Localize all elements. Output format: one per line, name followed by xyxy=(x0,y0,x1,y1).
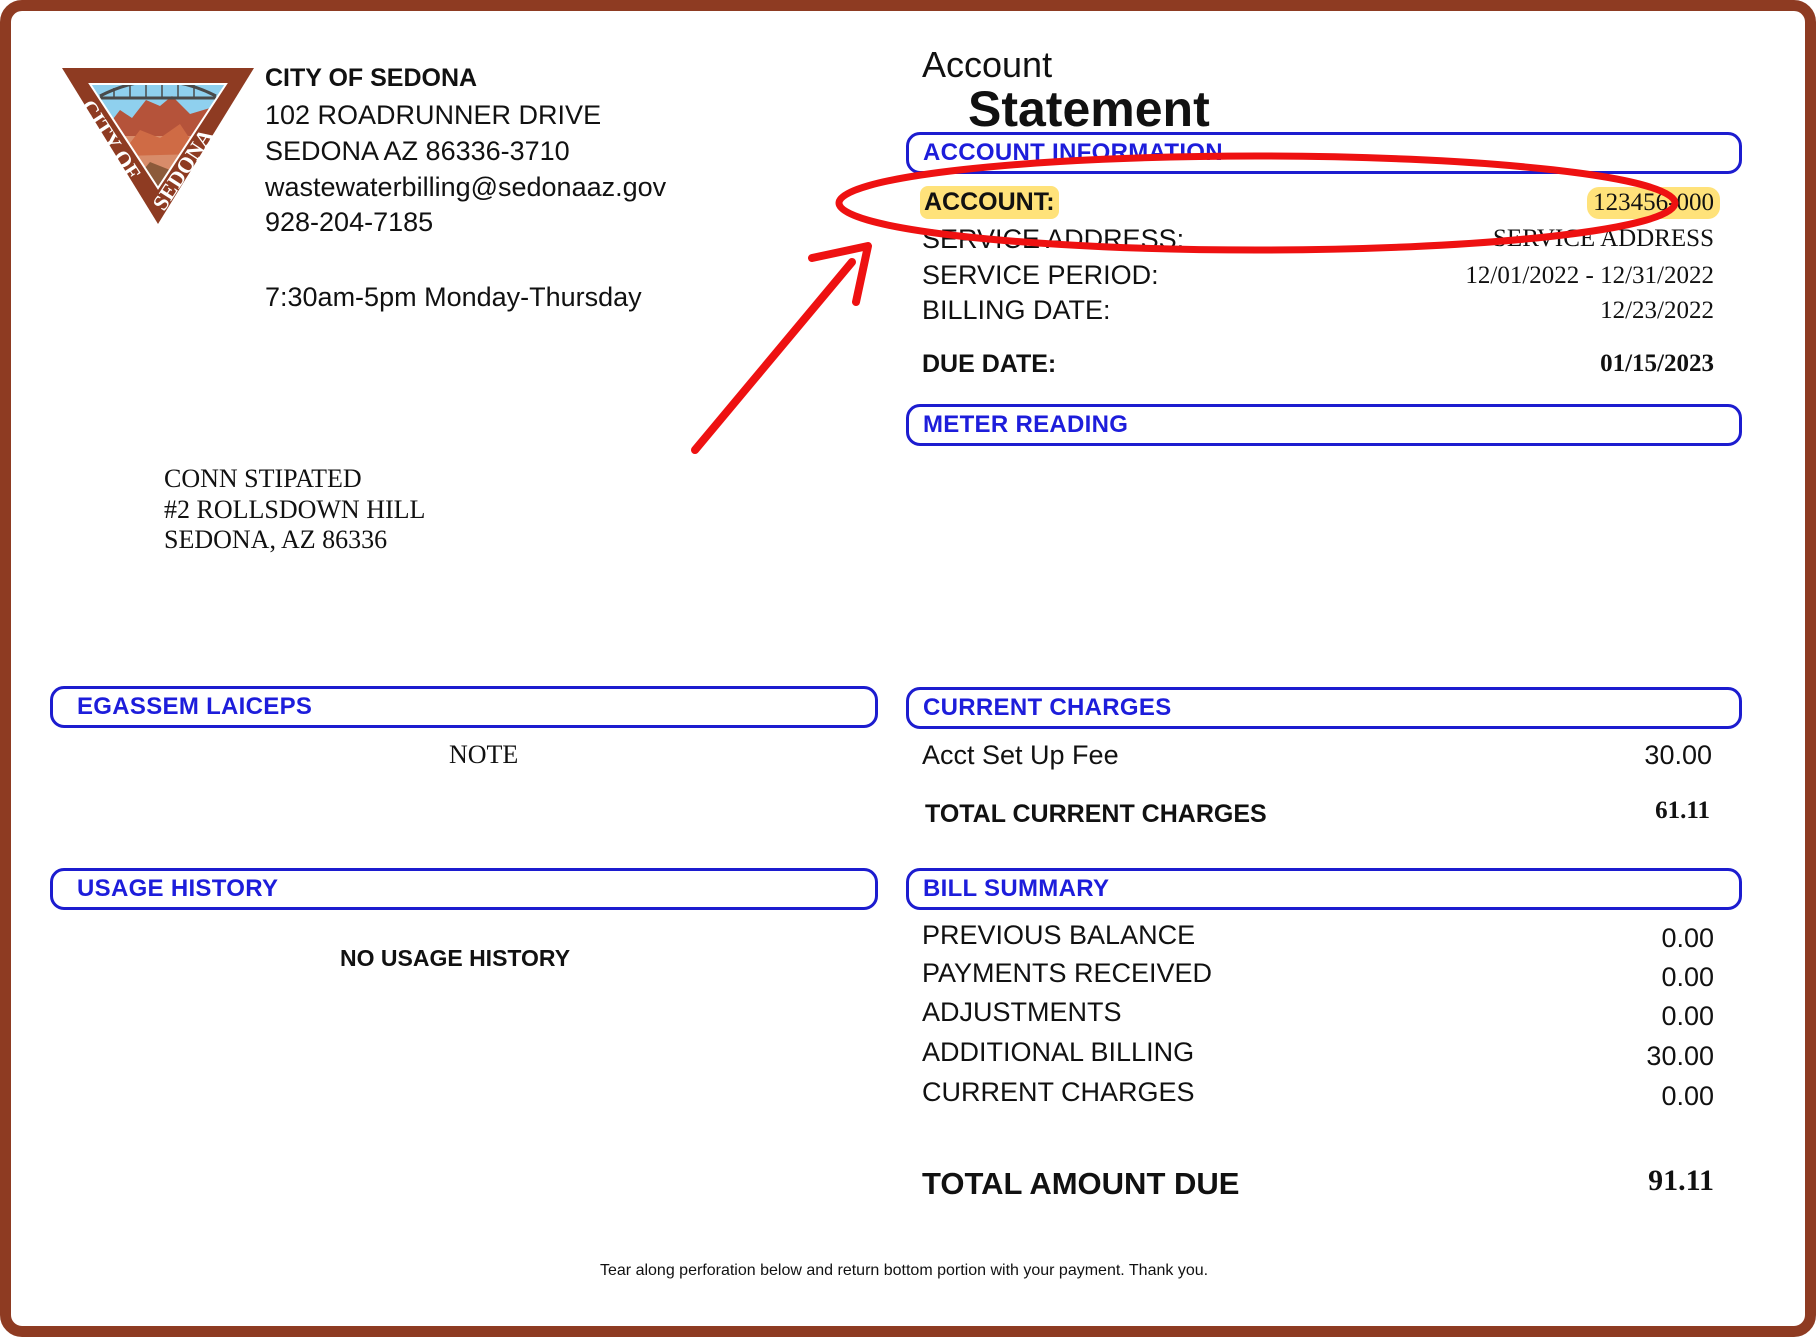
org-address-line2: SEDONA AZ 86336-3710 xyxy=(265,136,570,166)
org-email[interactable]: wastewaterbilling@sedonaaz.gov xyxy=(265,172,666,203)
summary-amount-previous-balance: 0.00 xyxy=(1661,923,1714,953)
summary-amount-payments-received: 0.00 xyxy=(1661,962,1714,992)
org-address-line1: 102 ROADRUNNER DRIVE xyxy=(265,100,602,130)
bill-summary-header: BILL SUMMARY xyxy=(906,868,1742,910)
section-label: CURRENT CHARGES xyxy=(923,694,1172,721)
section-label: USAGE HISTORY xyxy=(77,875,279,902)
special-message-note: NOTE xyxy=(449,740,519,769)
recipient-street: #2 ROLLSDOWN HILL xyxy=(164,495,426,524)
section-label: METER READING xyxy=(923,411,1129,438)
recipient-name: CONN STIPATED xyxy=(164,464,362,493)
recipient-city: SEDONA, AZ 86336 xyxy=(164,525,388,554)
billing-date-value: 12/23/2022 xyxy=(1600,297,1714,324)
billing-date-label: BILLING DATE: xyxy=(922,295,1111,325)
org-name: CITY OF SEDONA xyxy=(265,64,478,92)
section-label: BILL SUMMARY xyxy=(923,875,1110,902)
charge-item-label: Acct Set Up Fee xyxy=(922,740,1119,770)
no-usage-history-text: NO USAGE HISTORY xyxy=(340,945,571,971)
section-label: EGASSEM LAICEPS xyxy=(77,693,313,720)
due-date-value: 01/15/2023 xyxy=(1600,350,1714,377)
city-seal-logo: CITY OF SEDONA xyxy=(62,68,254,224)
section-label: ACCOUNT INFORMATION xyxy=(923,139,1223,166)
charge-item-amount: 30.00 xyxy=(1644,740,1712,770)
usage-history-header: USAGE HISTORY xyxy=(50,868,878,910)
total-current-charges-value: 61.11 xyxy=(1655,797,1710,824)
summary-amount-adjustments: 0.00 xyxy=(1661,1001,1714,1031)
total-amount-due-value: 91.11 xyxy=(1648,1164,1714,1197)
summary-amount-additional-billing: 30.00 xyxy=(1646,1041,1714,1071)
total-current-charges-label: TOTAL CURRENT CHARGES xyxy=(925,800,1267,828)
summary-label-previous-balance: PREVIOUS BALANCE xyxy=(922,920,1196,950)
current-charges-header: CURRENT CHARGES xyxy=(906,687,1742,729)
title-statement: Statement xyxy=(968,81,1210,137)
meter-reading-header: METER READING xyxy=(906,404,1742,446)
summary-label-additional-billing: ADDITIONAL BILLING xyxy=(922,1037,1195,1067)
service-address-value: SERVICE ADDRESS xyxy=(1493,225,1714,252)
account-number: 123456-000 xyxy=(1587,187,1720,219)
summary-label-current-charges: CURRENT CHARGES xyxy=(922,1077,1195,1107)
due-date-label: DUE DATE: xyxy=(922,350,1057,378)
office-hours: 7:30am-5pm Monday-Thursday xyxy=(265,282,642,312)
special-message-header: EGASSEM LAICEPS xyxy=(50,686,878,728)
summary-amount-current-charges: 0.00 xyxy=(1661,1081,1714,1111)
total-amount-due-label: TOTAL AMOUNT DUE xyxy=(922,1166,1240,1201)
org-phone[interactable]: 928-204-7185 xyxy=(265,207,433,238)
account-label: ACCOUNT: xyxy=(920,186,1059,219)
account-information-header: ACCOUNT INFORMATION xyxy=(906,132,1742,174)
tear-off-note: Tear along perforation below and return … xyxy=(600,1262,1209,1279)
summary-label-adjustments: ADJUSTMENTS xyxy=(922,997,1122,1027)
service-period-value: 12/01/2022 - 12/31/2022 xyxy=(1465,262,1714,289)
service-period-label: SERVICE PERIOD: xyxy=(922,260,1159,290)
summary-label-payments-received: PAYMENTS RECEIVED xyxy=(922,958,1213,988)
service-address-label: SERVICE ADDRESS: xyxy=(922,224,1185,254)
